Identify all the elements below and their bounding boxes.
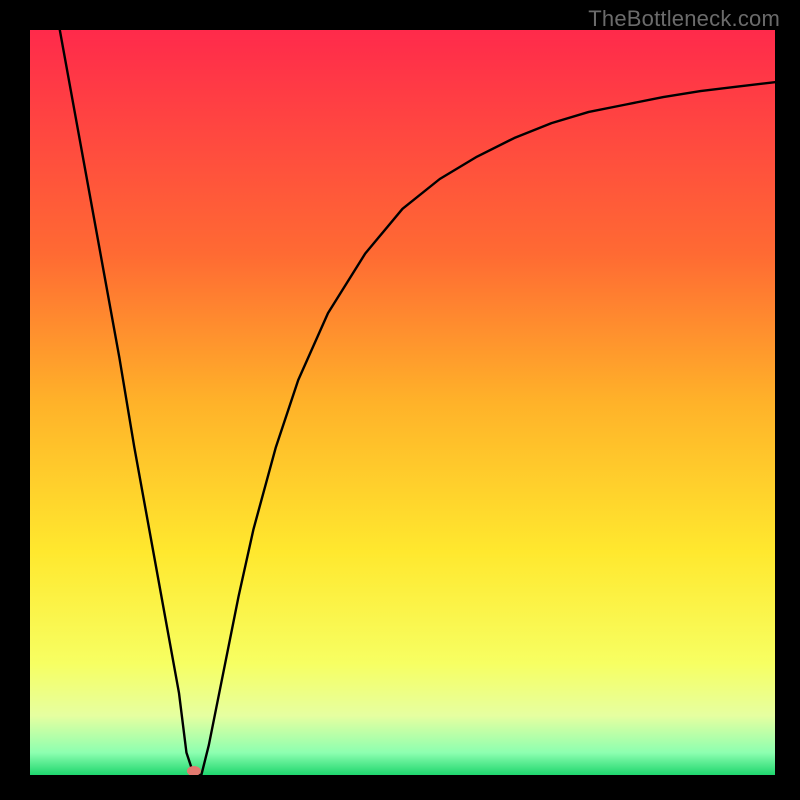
gradient-background (30, 30, 775, 775)
watermark-text: TheBottleneck.com (588, 6, 780, 32)
chart-frame: TheBottleneck.com (0, 0, 800, 800)
plot-area (30, 30, 775, 775)
chart-svg (30, 30, 775, 775)
